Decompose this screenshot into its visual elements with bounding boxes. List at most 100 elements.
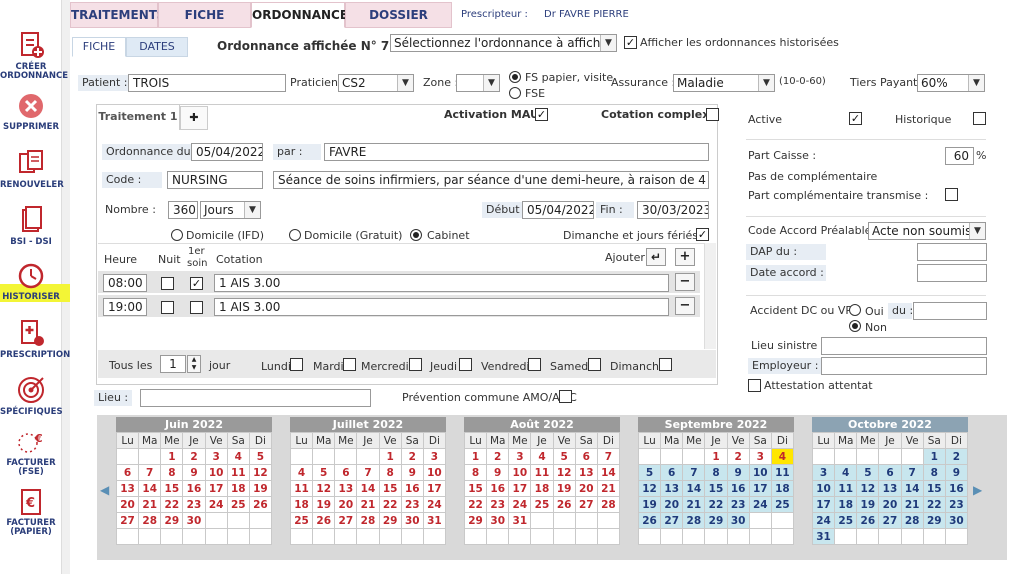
calendar-day[interactable]: 17	[811, 496, 836, 513]
row1-remove-button[interactable]: −	[675, 273, 695, 291]
calendar-day[interactable]: 10	[748, 464, 772, 481]
row2-nuit-checkbox[interactable]	[161, 301, 174, 314]
calendar-day[interactable]: 2	[726, 448, 750, 465]
seance-scrollbar[interactable]	[704, 243, 716, 349]
subtab-fiche[interactable]: FICHE	[72, 37, 126, 57]
calendar-day[interactable]: 25	[770, 496, 795, 513]
calendar-day[interactable]: 19	[856, 496, 880, 513]
calendar-day[interactable]: 27	[660, 512, 684, 529]
calendar-day[interactable]: 8	[378, 464, 402, 481]
calendar-day[interactable]: 20	[878, 496, 902, 513]
calendar-day[interactable]: 18	[834, 496, 858, 513]
domicile-gratuit-radio[interactable]	[289, 229, 301, 241]
employeur-field[interactable]	[821, 357, 987, 375]
lieu-sinistre-field[interactable]	[821, 337, 987, 355]
fin-field[interactable]: 30/03/2023	[637, 201, 709, 219]
part-complementaire-checkbox[interactable]	[945, 188, 958, 201]
calendar-day[interactable]: 26	[637, 512, 662, 529]
calendar-day[interactable]: 14	[138, 480, 162, 497]
calendar-day[interactable]: 11	[226, 464, 250, 481]
calendar-day[interactable]: 6	[878, 464, 902, 481]
historiser-button[interactable]: HISTORISER	[0, 262, 62, 302]
calendar-day[interactable]: 17	[508, 480, 532, 497]
debut-field[interactable]: 05/04/2022	[522, 201, 594, 219]
calendar-day[interactable]: 4	[530, 448, 554, 465]
calendar-day[interactable]: 7	[900, 464, 924, 481]
calendar-day[interactable]: 2	[400, 448, 424, 465]
calendar-day[interactable]: 15	[704, 480, 728, 497]
calendar-day[interactable]: 16	[486, 480, 510, 497]
calendar-day[interactable]: 17	[748, 480, 772, 497]
calendar-day[interactable]: 12	[637, 480, 662, 497]
calendar-day[interactable]: 30	[400, 512, 424, 529]
calendar-day[interactable]: 9	[726, 464, 750, 481]
calendar-day[interactable]: 29	[378, 512, 402, 529]
calendar-day[interactable]: 16	[726, 480, 750, 497]
calendar-day[interactable]: 16	[944, 480, 969, 497]
calendar-day[interactable]: 29	[463, 512, 488, 529]
calendar-day[interactable]: 4	[770, 448, 795, 465]
patient-field[interactable]: TROIS	[128, 74, 286, 92]
calendar-day[interactable]: 23	[182, 496, 206, 513]
calendar-day[interactable]: 1	[160, 448, 184, 465]
vendredi-checkbox[interactable]	[528, 358, 541, 371]
calendar-day[interactable]: 22	[160, 496, 184, 513]
renew-button[interactable]: RENOUVELER	[0, 148, 64, 190]
calendar-day[interactable]: 1	[463, 448, 488, 465]
calendar-day[interactable]: 6	[334, 464, 358, 481]
calendar-day[interactable]: 10	[508, 464, 532, 481]
calendar-day[interactable]: 8	[922, 464, 946, 481]
calendar-day[interactable]: 28	[138, 512, 162, 529]
calendar-day[interactable]: 31	[811, 528, 836, 545]
calendar-day[interactable]: 7	[682, 464, 706, 481]
tab-ordonnances[interactable]: ORDONNANCES	[251, 2, 357, 28]
calendar-day[interactable]: 26	[312, 512, 336, 529]
calendar-day[interactable]: 19	[312, 496, 336, 513]
calendar-day[interactable]: 23	[400, 496, 424, 513]
calendar-day[interactable]: 24	[811, 512, 836, 529]
calendar-day[interactable]: 18	[289, 496, 314, 513]
lieu-field[interactable]	[140, 389, 371, 407]
create-ordonnance-button[interactable]: CRÉER ORDONNANCE	[0, 30, 68, 81]
mercredi-checkbox[interactable]	[409, 358, 422, 371]
calendar-day[interactable]: 18	[530, 480, 554, 497]
calendar-day[interactable]: 20	[660, 496, 684, 513]
calendar-day[interactable]: 20	[334, 496, 358, 513]
calendar-day[interactable]: 11	[834, 480, 858, 497]
accident-date-field[interactable]	[913, 302, 987, 320]
calendar-day[interactable]: 22	[922, 496, 946, 513]
calendar-day[interactable]: 4	[226, 448, 250, 465]
calendar-day[interactable]: 21	[138, 496, 162, 513]
calendar-day[interactable]: 8	[160, 464, 184, 481]
calendar-day[interactable]: 20	[574, 480, 598, 497]
enter-row-button[interactable]: ↵	[646, 248, 666, 266]
prev-month-arrow-icon[interactable]: ◀	[100, 483, 109, 497]
calendar-day[interactable]: 12	[312, 480, 336, 497]
ordonnance-select[interactable]: Sélectionnez l'ordonnance à afficher ▼	[390, 34, 617, 52]
calendar-day[interactable]: 26	[248, 496, 273, 513]
add-row-button[interactable]: +	[675, 248, 695, 266]
calendar-day[interactable]: 30	[944, 512, 969, 529]
calendar-day[interactable]: 21	[356, 496, 380, 513]
calendar-day[interactable]: 3	[508, 448, 532, 465]
calendar-day[interactable]: 27	[574, 496, 598, 513]
praticien-select[interactable]: CS2 ▼	[338, 74, 414, 92]
frequency-stepper[interactable]: ▲ ▼	[187, 355, 201, 373]
calendar-day[interactable]: 1	[378, 448, 402, 465]
calendar-day[interactable]: 20	[115, 496, 140, 513]
calendar-day[interactable]: 9	[400, 464, 424, 481]
calendar-day[interactable]: 2	[486, 448, 510, 465]
jeudi-checkbox[interactable]	[459, 358, 472, 371]
calendar-day[interactable]: 1	[922, 448, 946, 465]
row1-cotation-field[interactable]: 1 AIS 3.00	[214, 274, 669, 292]
dimanche-feries-checkbox[interactable]: ✓	[696, 228, 709, 241]
calendar-day[interactable]: 22	[704, 496, 728, 513]
calendar-day[interactable]: 11	[289, 480, 314, 497]
calendar-day[interactable]: 7	[356, 464, 380, 481]
samedi-checkbox[interactable]	[588, 358, 601, 371]
active-checkbox[interactable]: ✓	[849, 112, 862, 125]
calendar-day[interactable]: 8	[704, 464, 728, 481]
zone-select[interactable]: ▼	[456, 74, 500, 92]
calendar-day[interactable]: 28	[356, 512, 380, 529]
calendar-day[interactable]: 9	[182, 464, 206, 481]
